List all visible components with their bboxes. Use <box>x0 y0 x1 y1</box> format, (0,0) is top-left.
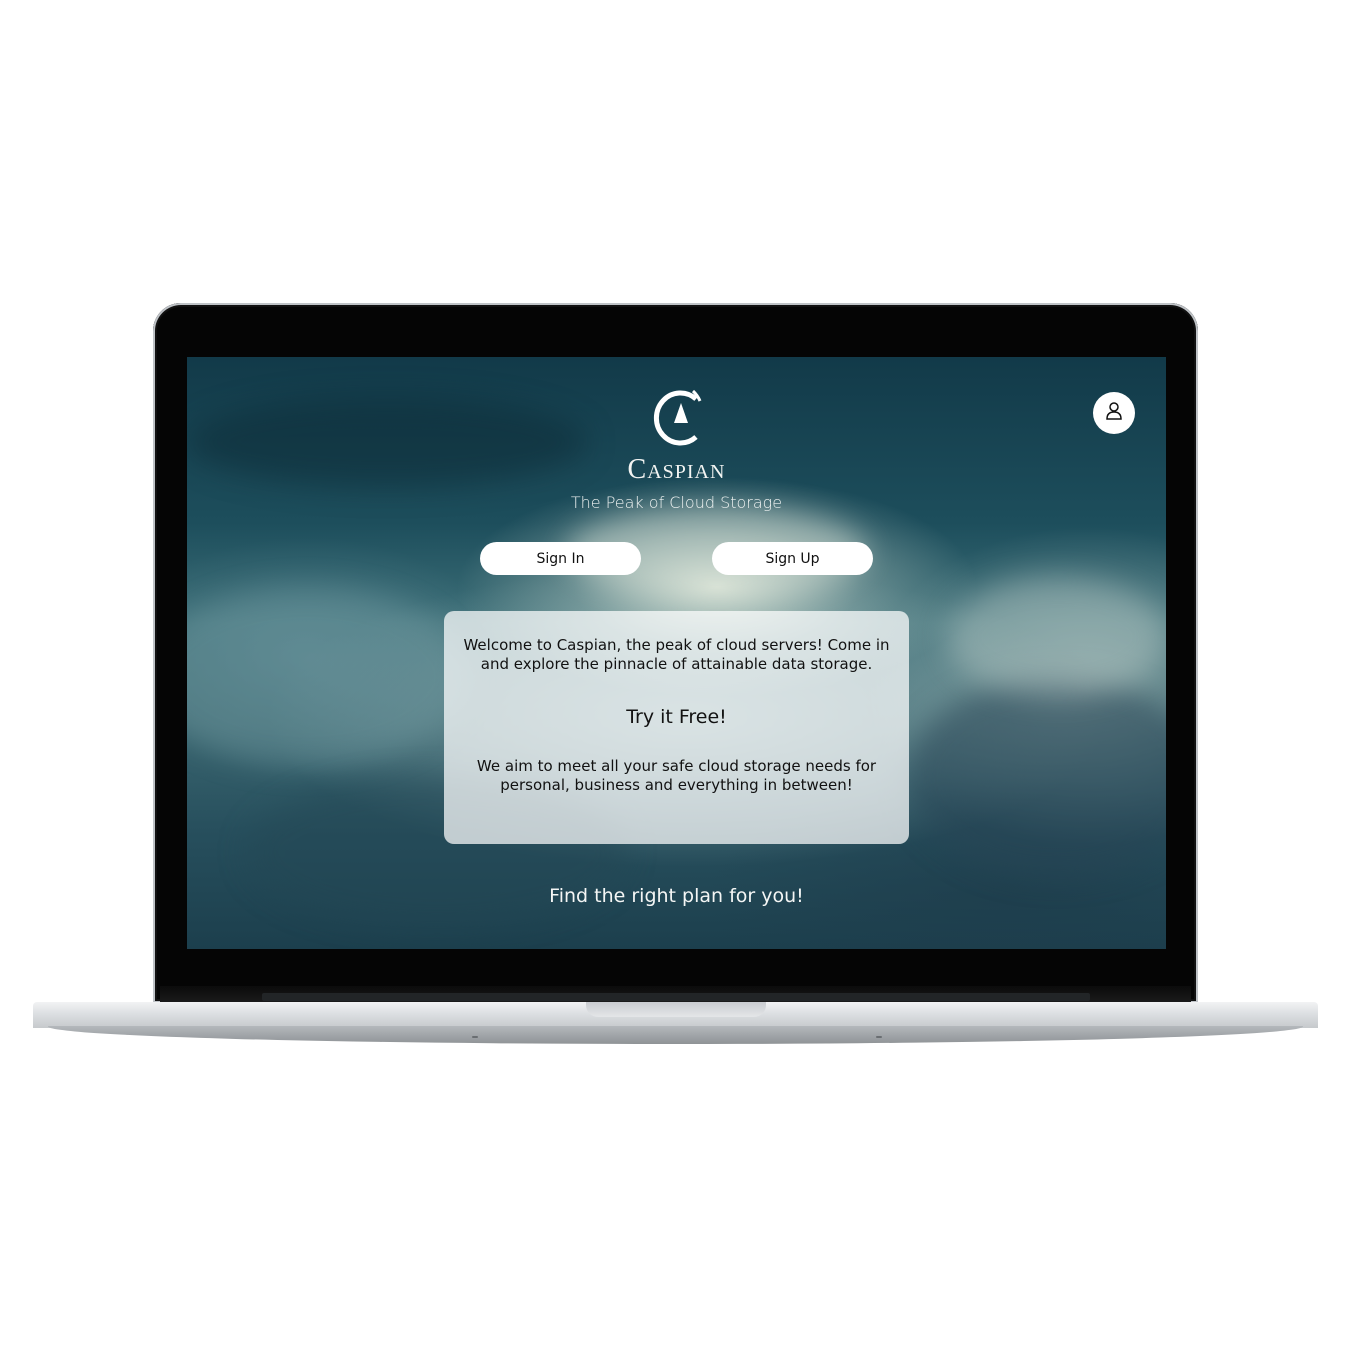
laptop-foot <box>876 1036 882 1038</box>
cloud-shape <box>907 677 1166 877</box>
welcome-text: Welcome to Caspian, the peak of cloud se… <box>463 636 890 673</box>
caspian-logo-icon[interactable] <box>648 387 708 449</box>
try-free-link[interactable]: Try it Free! <box>454 705 899 729</box>
website-screen: Caspian The Peak of Cloud Storage Sign I… <box>187 357 1166 949</box>
laptop-foot <box>472 1036 478 1038</box>
laptop-hinge <box>262 993 1090 1001</box>
sign-in-button[interactable]: Sign In <box>480 542 641 575</box>
sign-up-button[interactable]: Sign Up <box>712 542 873 575</box>
brand-tagline: The Peak of Cloud Storage <box>570 493 783 512</box>
profile-button[interactable] <box>1093 392 1135 434</box>
cloud-shape <box>947 577 1166 697</box>
user-icon <box>1105 401 1123 426</box>
find-plan-link[interactable]: Find the right plan for you! <box>187 885 1166 907</box>
brand-name: Caspian <box>627 454 726 485</box>
welcome-card: Welcome to Caspian, the peak of cloud se… <box>444 611 909 844</box>
laptop-base-lip <box>48 1026 1303 1044</box>
mission-text: We aim to meet all your safe cloud stora… <box>476 757 877 794</box>
laptop-notch <box>586 1002 766 1017</box>
cloud-shape <box>187 587 467 767</box>
